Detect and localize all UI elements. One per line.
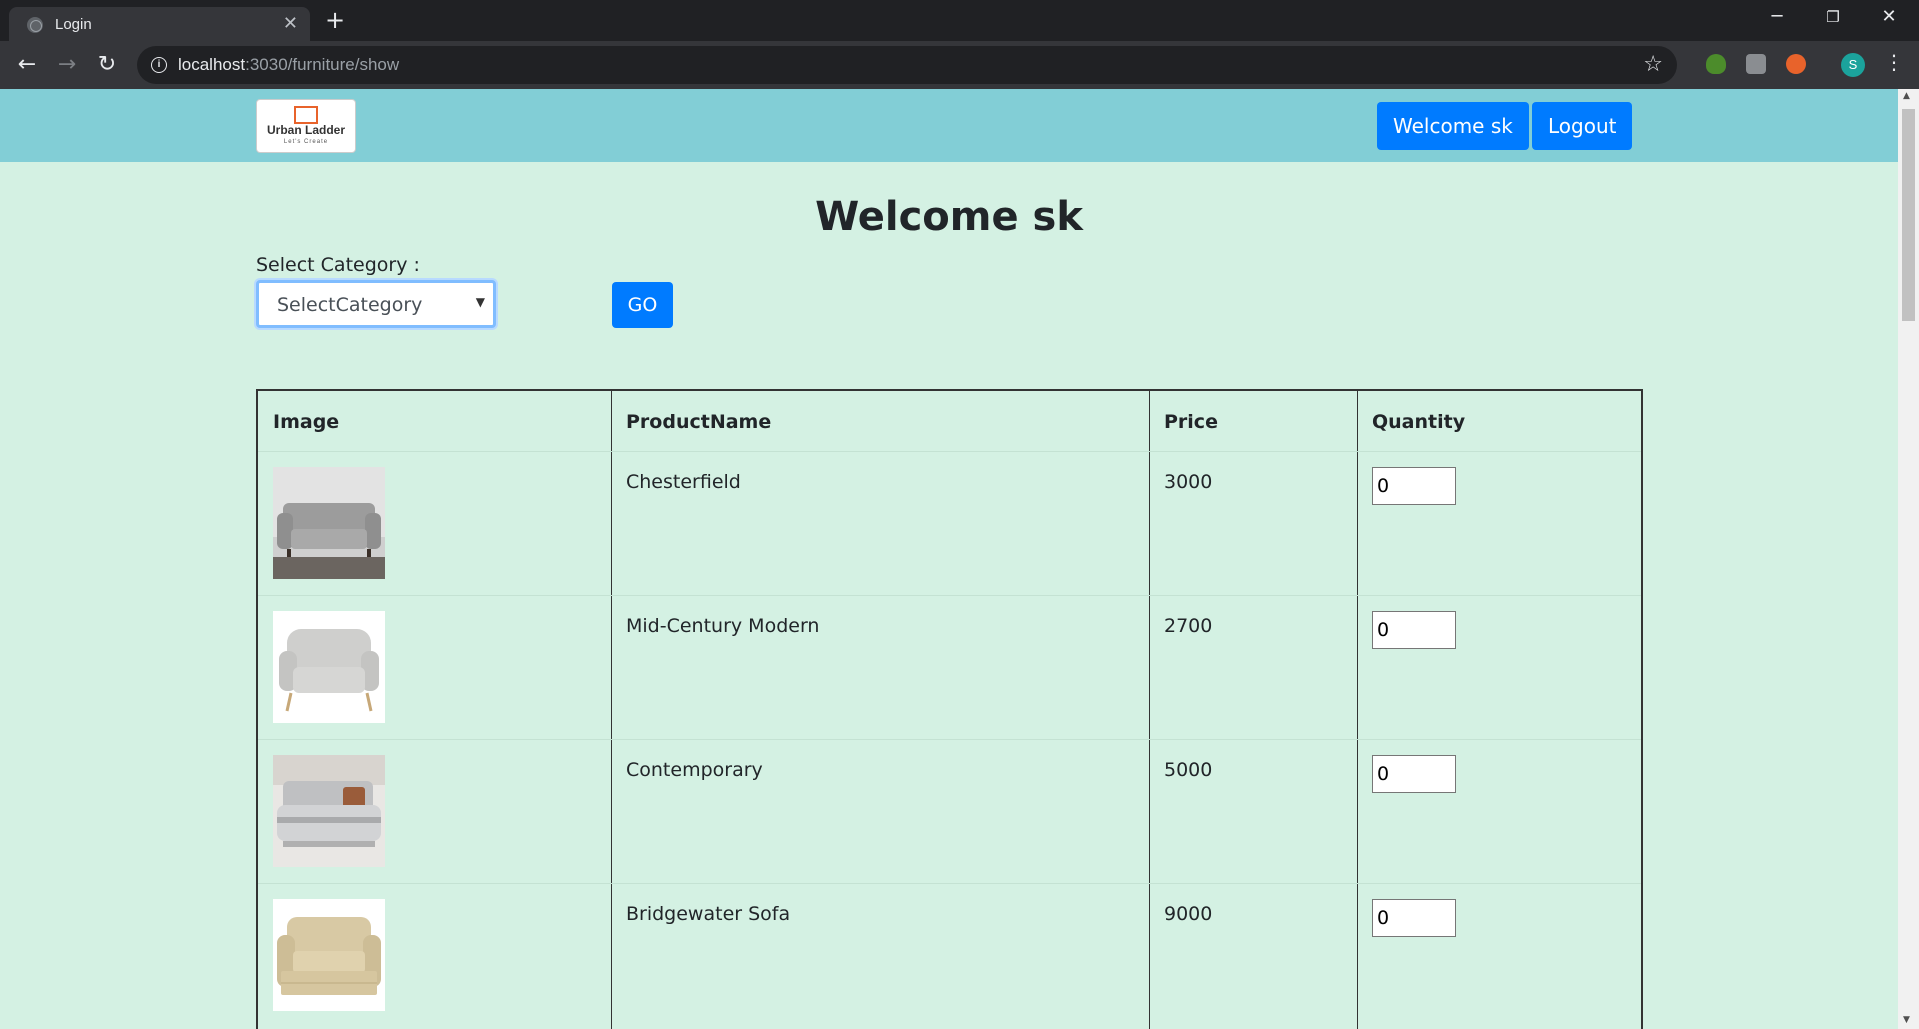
url-path: :3030/furniture/show xyxy=(245,55,400,74)
reload-icon[interactable]: ↻ xyxy=(93,51,121,79)
product-name: Bridgewater Sofa xyxy=(626,903,791,925)
globe-icon xyxy=(27,17,43,33)
browser-tab[interactable]: Login ✕ xyxy=(9,7,310,41)
forward-icon[interactable]: → xyxy=(53,51,81,79)
header-image: Image xyxy=(273,411,340,433)
tab-title: Login xyxy=(55,16,92,33)
logout-button[interactable]: Logout xyxy=(1532,102,1633,150)
back-icon[interactable]: ← xyxy=(13,51,41,79)
quantity-input[interactable]: 0 xyxy=(1372,899,1456,937)
browser-toolbar: ← → ↻ i localhost:3030/furniture/show ☆ xyxy=(0,41,1919,89)
chesterfield-sofa-image xyxy=(273,467,385,579)
close-tab-icon[interactable]: ✕ xyxy=(283,13,298,34)
quantity-input[interactable]: 0 xyxy=(1372,755,1456,793)
logo-tagline: Let's Create xyxy=(283,139,329,145)
url-host: localhost xyxy=(178,55,246,74)
site-navbar: Urban Ladder Let's Create Welcome sk Log… xyxy=(0,89,1898,162)
page-scrollbar[interactable]: ▲ ▼ xyxy=(1898,89,1919,1029)
logo-frame-icon xyxy=(294,106,318,124)
go-button[interactable]: GO xyxy=(612,282,673,328)
scrollbar-thumb[interactable] xyxy=(1902,109,1915,321)
restore-icon[interactable]: ❐ xyxy=(1810,8,1856,26)
new-tab-icon[interactable]: + xyxy=(325,6,345,34)
category-selected-value: SelectCategory xyxy=(277,294,423,316)
header-price: Price xyxy=(1164,411,1218,433)
address-bar[interactable]: i localhost:3030/furniture/show ☆ xyxy=(137,46,1677,84)
profile-avatar[interactable]: S xyxy=(1841,53,1865,77)
quantity-input[interactable]: 0 xyxy=(1372,467,1456,505)
shield-extension-icon[interactable] xyxy=(1706,54,1726,74)
welcome-button[interactable]: Welcome sk xyxy=(1377,102,1529,150)
header-quantity: Quantity xyxy=(1372,411,1466,433)
header-product-name: ProductName xyxy=(626,411,772,433)
row-divider xyxy=(258,451,1641,452)
product-table: Image ProductName Price Quantity Chester… xyxy=(256,389,1643,1029)
page-viewport: Urban Ladder Let's Create Welcome sk Log… xyxy=(0,89,1898,1029)
row-divider xyxy=(258,739,1641,740)
urban-ladder-logo[interactable]: Urban Ladder Let's Create xyxy=(256,99,356,153)
minimize-icon[interactable]: ─ xyxy=(1754,6,1800,27)
product-name: Mid-Century Modern xyxy=(626,615,820,637)
mid-century-sofa-image xyxy=(273,611,385,723)
row-divider xyxy=(258,595,1641,596)
info-icon[interactable]: i xyxy=(151,57,167,73)
category-label: Select Category : xyxy=(256,254,420,276)
dropdown-arrow-icon: ▼ xyxy=(475,295,485,309)
scroll-down-icon[interactable]: ▼ xyxy=(1903,1015,1910,1025)
product-price: 9000 xyxy=(1164,903,1213,925)
browser-tab-bar: Login ✕ + ─ ❐ ✕ xyxy=(0,0,1919,41)
product-name: Chesterfield xyxy=(626,471,741,493)
column-divider xyxy=(611,391,612,1029)
page-title: Welcome sk xyxy=(815,194,1083,240)
infinity-extension-icon[interactable] xyxy=(1786,54,1806,74)
logo-title: Urban Ladder xyxy=(266,123,345,137)
product-name: Contemporary xyxy=(626,759,763,781)
product-price: 2700 xyxy=(1164,615,1213,637)
product-price: 5000 xyxy=(1164,759,1213,781)
scroll-up-icon[interactable]: ▲ xyxy=(1903,91,1910,101)
column-divider xyxy=(1149,391,1150,1029)
contemporary-sofa-image xyxy=(273,755,385,867)
url-text: localhost:3030/furniture/show xyxy=(178,55,399,75)
product-price: 3000 xyxy=(1164,471,1213,493)
bridgewater-sofa-image xyxy=(273,899,385,1011)
browser-menu-icon[interactable]: ⋮ xyxy=(1884,50,1904,74)
avg-extension-icon[interactable] xyxy=(1746,54,1766,74)
quantity-input[interactable]: 0 xyxy=(1372,611,1456,649)
category-select[interactable]: SelectCategory ▼ xyxy=(256,280,496,328)
row-divider xyxy=(258,883,1641,884)
window-close-icon[interactable]: ✕ xyxy=(1866,6,1912,27)
column-divider xyxy=(1357,391,1358,1029)
bookmark-star-icon[interactable]: ☆ xyxy=(1643,52,1663,77)
